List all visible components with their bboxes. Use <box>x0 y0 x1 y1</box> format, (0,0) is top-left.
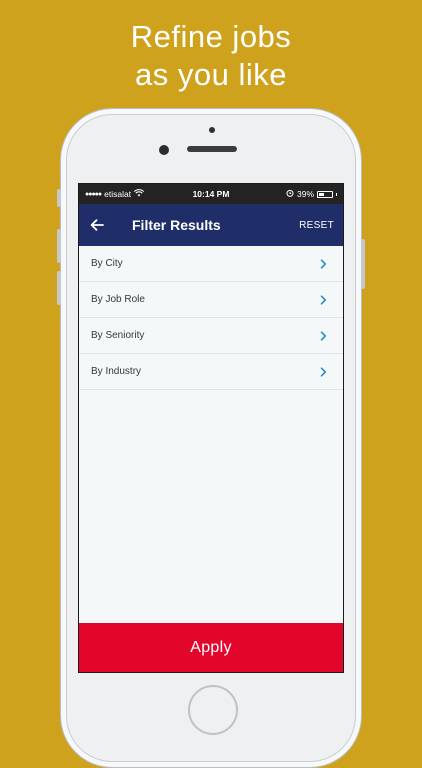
volume-up-button <box>57 229 61 263</box>
battery-tip <box>336 192 337 196</box>
mute-switch <box>57 189 61 207</box>
proximity-sensor <box>209 127 215 133</box>
promo-headline: Refine jobs as you like <box>0 18 422 94</box>
filter-item-job-role[interactable]: By Job Role <box>79 282 343 318</box>
battery-icon <box>317 190 333 198</box>
carrier-name: etisalat <box>104 189 132 199</box>
filter-label: By Job Role <box>91 294 145 305</box>
headline-line-1: Refine jobs <box>130 19 292 54</box>
page-title: Filter Results <box>132 217 221 233</box>
chevron-right-icon <box>320 258 328 269</box>
navigation-bar: Filter Results RESET <box>79 204 343 246</box>
wifi-icon <box>133 189 145 199</box>
earpiece-speaker <box>187 146 237 152</box>
back-arrow-icon[interactable] <box>90 216 108 234</box>
chevron-right-icon <box>320 330 328 341</box>
chevron-right-icon <box>320 366 328 377</box>
status-bar: ●●●●● etisalat 10:14 PM 39% <box>79 184 343 204</box>
filter-label: By Seniority <box>91 330 145 341</box>
filter-item-city[interactable]: By City <box>79 246 343 282</box>
chevron-right-icon <box>320 294 328 305</box>
alarm-icon <box>286 189 294 199</box>
filter-label: By City <box>91 258 123 269</box>
filter-item-seniority[interactable]: By Seniority <box>79 318 343 354</box>
filter-list: By City By Job Role By Seniority By Indu… <box>79 246 343 390</box>
power-button <box>361 239 365 289</box>
signal-strength-icon: ●●●●● <box>85 190 102 198</box>
front-camera <box>159 145 169 155</box>
app-screen: ●●●●● etisalat 10:14 PM 39% Filter Resul… <box>78 183 344 673</box>
apply-button[interactable]: Apply <box>79 623 343 672</box>
volume-down-button <box>57 271 61 305</box>
filter-label: By Industry <box>91 366 142 377</box>
headline-line-2: as you like <box>135 57 287 92</box>
filter-item-industry[interactable]: By Industry <box>79 354 343 390</box>
reset-button[interactable]: RESET <box>299 220 334 231</box>
home-button[interactable] <box>188 685 238 735</box>
battery-percent: 39% <box>296 189 314 199</box>
